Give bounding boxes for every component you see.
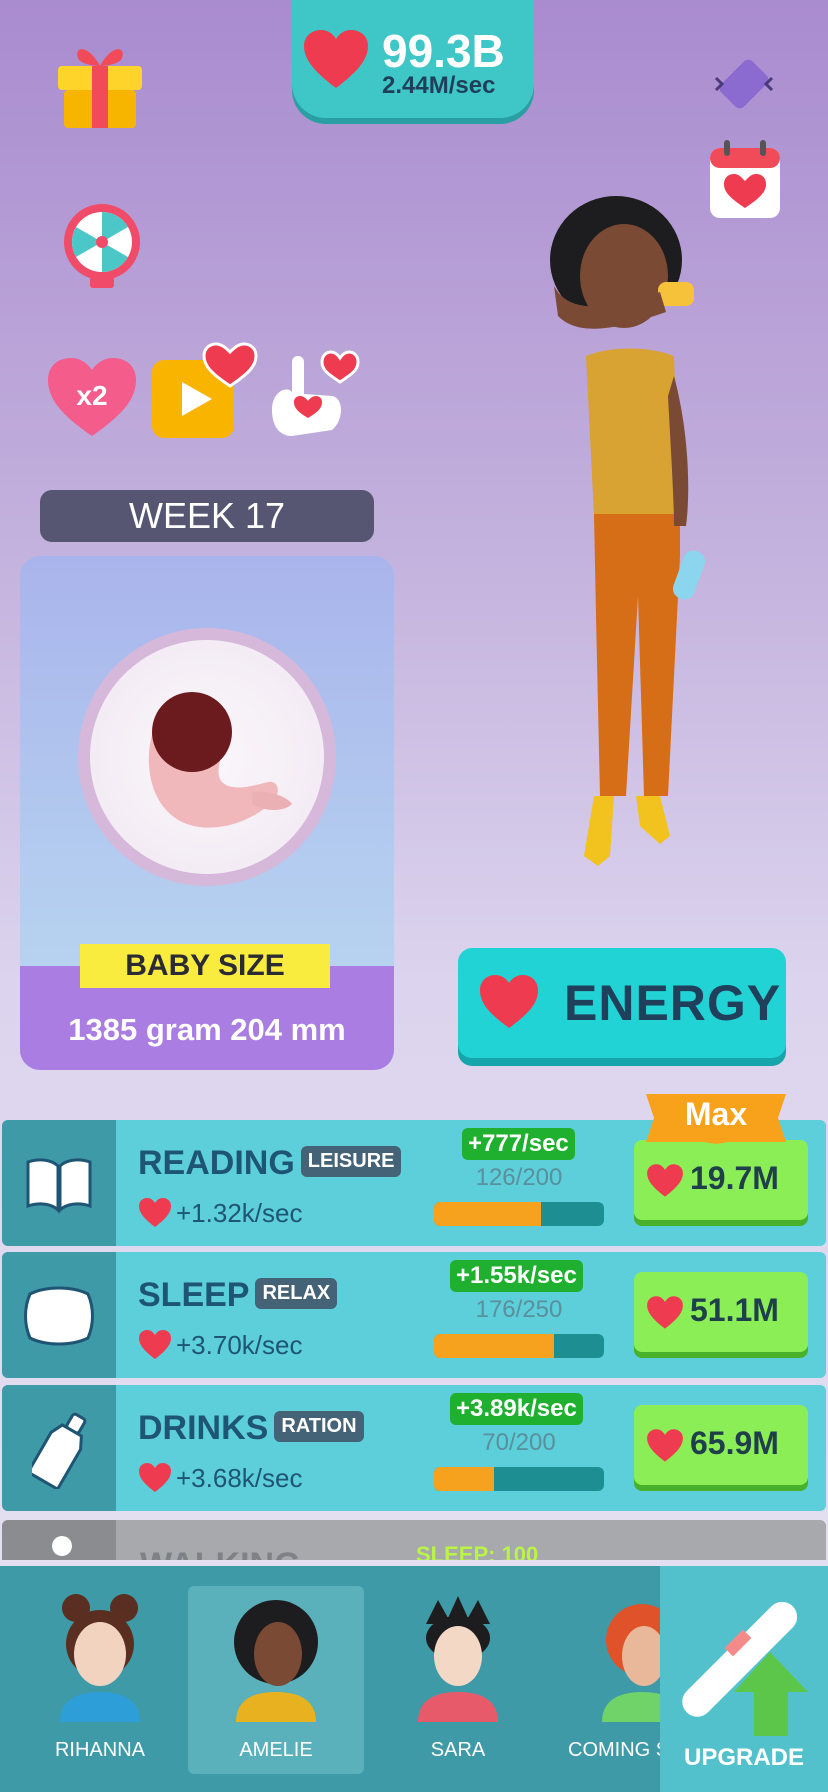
book-icon bbox=[26, 1158, 92, 1214]
pillow-icon bbox=[24, 1286, 94, 1346]
sara-avatar bbox=[418, 1596, 498, 1722]
character-name: AMELIE bbox=[239, 1739, 313, 1761]
upgrade-rate-badge: +3.89k/sec bbox=[450, 1393, 583, 1425]
gift-icon[interactable] bbox=[54, 40, 146, 130]
heart-icon bbox=[139, 1330, 171, 1359]
upgrade-name: WALKING bbox=[140, 1546, 301, 1560]
x2-label: x2 bbox=[76, 380, 108, 411]
energy-button[interactable]: ENERGY bbox=[458, 948, 786, 1058]
rihanna-avatar bbox=[60, 1594, 140, 1722]
max-label: Max bbox=[684, 1096, 748, 1132]
upgrade-row-sleep: SLEEP RELAX +3.70k/sec +1.55k/sec 176/250… bbox=[2, 1252, 826, 1378]
upgrade-name: SLEEP RELAX bbox=[138, 1276, 338, 1315]
upgrade-tag: RATION bbox=[274, 1410, 364, 1442]
coming-soon-avatar bbox=[602, 1604, 660, 1722]
upgrade-name: READING LEISURE bbox=[138, 1144, 402, 1183]
heart-icon bbox=[139, 1463, 171, 1492]
buy-reading-button[interactable]: 19.7M bbox=[634, 1140, 808, 1220]
tap-hand-icon[interactable] bbox=[262, 350, 362, 446]
spin-wheel-icon[interactable] bbox=[60, 200, 144, 292]
upgrade-tag: LEISURE bbox=[300, 1145, 402, 1177]
walking-icon bbox=[52, 1536, 72, 1556]
row-icon-cell bbox=[2, 1385, 116, 1511]
amelie-avatar bbox=[234, 1600, 318, 1722]
baby-card[interactable]: BABY SIZE 1385 gram 204 mm bbox=[20, 556, 394, 1070]
upgrade-row-drinks: DRINKS RATION +3.68k/sec +3.89k/sec 70/20… bbox=[2, 1385, 826, 1511]
progress-fill bbox=[434, 1334, 554, 1358]
upgrade-name: DRINKS RATION bbox=[138, 1409, 364, 1448]
upgrade-rate-badge: +1.55k/sec bbox=[450, 1260, 583, 1292]
character-name: COMING S bbox=[568, 1739, 660, 1761]
baby-image-frame bbox=[78, 628, 336, 886]
heart-icon bbox=[480, 975, 538, 1028]
character-name: SARA bbox=[430, 1739, 486, 1761]
buy-price: 51.1M bbox=[690, 1292, 779, 1328]
buy-price: 65.9M bbox=[690, 1425, 779, 1461]
upgrade-tab-button[interactable]: UPGRADE bbox=[660, 1566, 828, 1792]
row-icon-cell bbox=[2, 1120, 116, 1246]
pregnancy-test-arrow-icon bbox=[682, 1601, 808, 1736]
character-tab-coming-soon[interactable]: COMING S bbox=[554, 1586, 660, 1774]
upgrade-tab-label: UPGRADE bbox=[683, 1744, 804, 1771]
upgrade-rate-badge: +777/sec bbox=[462, 1128, 575, 1160]
heart-icon bbox=[139, 1198, 171, 1227]
upgrade-progress-bar bbox=[434, 1334, 604, 1358]
vibration-icon[interactable] bbox=[712, 54, 778, 112]
buy-price: 19.7M bbox=[690, 1160, 779, 1196]
upgrade-count: 126/200 bbox=[475, 1164, 563, 1191]
heart-icon bbox=[647, 1429, 683, 1462]
upgrade-progress-bar bbox=[434, 1202, 604, 1226]
upgrade-progress-bar bbox=[434, 1467, 604, 1491]
upgrade-income: +3.70k/sec bbox=[138, 1330, 302, 1361]
upgrade-income: +1.32k/sec bbox=[138, 1198, 302, 1229]
energy-label: ENERGY bbox=[564, 975, 782, 1031]
bottle-icon bbox=[32, 1412, 87, 1489]
buy-sleep-button[interactable]: 51.1M bbox=[634, 1272, 808, 1352]
character-tab-sara[interactable]: SARA bbox=[370, 1586, 546, 1774]
character-tab-amelie[interactable]: AMELIE bbox=[188, 1586, 364, 1774]
upgrade-tag: RELAX bbox=[255, 1277, 338, 1309]
baby-size-label: BABY SIZE bbox=[80, 944, 330, 988]
character-name: RIHANNA bbox=[54, 1739, 145, 1761]
row-icon-cell bbox=[2, 1520, 116, 1560]
upgrade-count: 70/200 bbox=[482, 1429, 556, 1456]
upgrade-count: 176/250 bbox=[475, 1296, 563, 1323]
currency-rate: 2.44M/sec bbox=[382, 72, 496, 99]
currency-display: 99.3B 2.44M/sec bbox=[292, 0, 534, 118]
baby-size-stats: 1385 gram 204 mm bbox=[68, 1012, 346, 1047]
week-label: WEEK 17 bbox=[40, 490, 374, 542]
progress-fill bbox=[434, 1467, 494, 1491]
character-tab-bar: RIHANNA AMELIE SARA COMING S UPGRADE bbox=[0, 1566, 828, 1792]
row-icon-cell bbox=[2, 1252, 116, 1378]
double-income-boost[interactable]: x2 bbox=[46, 356, 138, 440]
max-badge: Max bbox=[646, 1094, 786, 1144]
upgrade-income: +3.68k/sec bbox=[138, 1463, 302, 1494]
fetus-image bbox=[148, 692, 292, 828]
heart-icon bbox=[647, 1296, 683, 1329]
upgrade-row-walking-locked: WALKING SLEEP: 100 bbox=[2, 1520, 826, 1560]
buy-drinks-button[interactable]: 65.9M bbox=[634, 1405, 808, 1485]
currency-total: 99.3B bbox=[382, 25, 505, 77]
watch-video-icon[interactable] bbox=[150, 342, 260, 442]
character-amelie[interactable] bbox=[540, 196, 740, 876]
heart-icon bbox=[647, 1164, 683, 1197]
heart-icon bbox=[304, 30, 368, 88]
unlock-requirement: SLEEP: 100 bbox=[416, 1542, 539, 1560]
progress-fill bbox=[434, 1202, 542, 1226]
character-tab-rihanna[interactable]: RIHANNA bbox=[12, 1586, 188, 1774]
